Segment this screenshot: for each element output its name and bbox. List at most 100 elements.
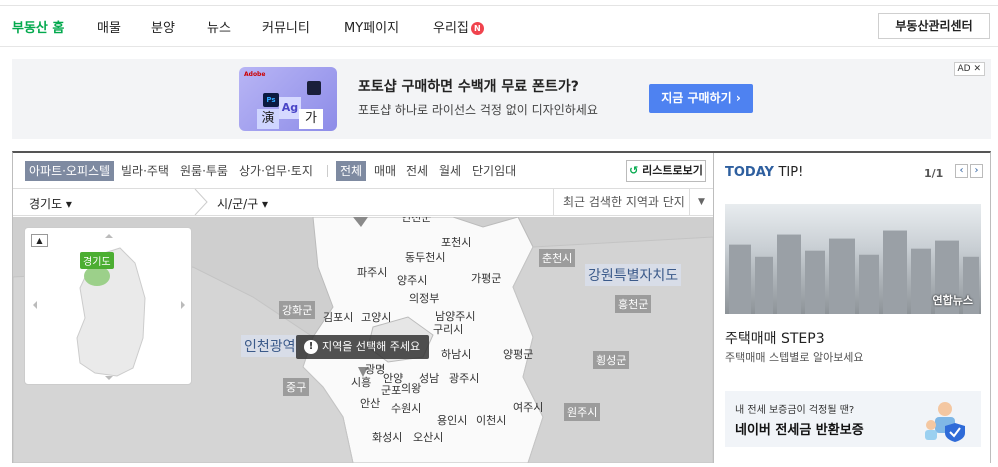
building-shape bbox=[911, 248, 931, 314]
map-label-guri[interactable]: 구리시 bbox=[433, 321, 463, 337]
select-region-toast: ! 지역을 선택해 주세요 bbox=[296, 335, 429, 359]
photo-watermark: 연합뉴스 bbox=[932, 294, 973, 307]
nav-presale[interactable]: 분양 bbox=[151, 17, 175, 36]
map-label-pocheon[interactable]: 포천시 bbox=[441, 234, 471, 250]
list-view-label: 리스트로보기 bbox=[642, 164, 703, 177]
map-label-paju[interactable]: 파주시 bbox=[357, 264, 387, 280]
map-label-incheon[interactable]: 인천광역 bbox=[241, 335, 299, 357]
nav-community[interactable]: 커뮤니티 bbox=[262, 17, 310, 36]
nav-listings[interactable]: 매물 bbox=[97, 17, 121, 36]
recent-search[interactable]: 최근 검색한 지역과 단지 ▼ bbox=[553, 189, 713, 215]
toast-message: 지역을 선택해 주세요 bbox=[322, 340, 421, 353]
region-map[interactable]: ▲ 경기도 연천군 포천시 동두천시 파주시 양주시 가평군 의정부 김포시 고… bbox=[13, 217, 713, 463]
building-shape bbox=[755, 256, 773, 314]
map-label-siheung[interactable]: 시흥 bbox=[351, 374, 371, 390]
map-label-hongcheon[interactable]: 홍천군 bbox=[615, 295, 652, 313]
tip-heading-a: TODAY bbox=[725, 165, 774, 180]
map-label-ansan[interactable]: 안산 bbox=[360, 395, 380, 411]
font-sample-char: 가 bbox=[299, 109, 323, 129]
map-label-gangwon[interactable]: 강원특별자치도 bbox=[585, 264, 682, 286]
ad-thumbnail: Adobe Ps Ag 演 가 bbox=[239, 67, 337, 131]
map-label-yangpyeong[interactable]: 양평군 bbox=[503, 346, 533, 362]
map-label-gunpo[interactable]: 군포 bbox=[381, 382, 401, 398]
nav-myhome[interactable]: 우리집 N bbox=[433, 17, 484, 36]
nav-mypage[interactable]: MY페이지 bbox=[344, 17, 399, 36]
tip-subtext: 주택매매 스텝별로 알아보세요 bbox=[725, 351, 864, 364]
global-nav: 부동산 홈 매물 분양 뉴스 커뮤니티 MY페이지 우리집 N 부동산관리센터 bbox=[0, 7, 998, 47]
map-label-wonju[interactable]: 원주시 bbox=[564, 403, 601, 421]
map-label-uijeongbu[interactable]: 의정부 bbox=[409, 290, 439, 306]
tip-page-indicator: 1/1 bbox=[924, 167, 944, 180]
nav-myhome-label: 우리집 bbox=[433, 21, 469, 36]
divider bbox=[327, 165, 328, 177]
today-tip-panel: TODAY TIP! 1/1 ‹ › 연합뉴스 주택매매 STEP3 주택매매 … bbox=[713, 153, 990, 463]
map-label-icheon[interactable]: 이천시 bbox=[476, 412, 506, 428]
minimap-region-tag: 경기도 bbox=[80, 252, 114, 269]
tip-photo[interactable]: 연합뉴스 bbox=[725, 204, 981, 314]
next-arrow-icon[interactable]: › bbox=[970, 164, 983, 178]
recent-search-label: 최근 검색한 지역과 단지 bbox=[563, 195, 685, 209]
deal-all[interactable]: 전체 bbox=[336, 161, 367, 181]
nav-news[interactable]: 뉴스 bbox=[207, 17, 231, 36]
type-commercial[interactable]: 상가·업무·토지 bbox=[239, 161, 313, 181]
ad-title[interactable]: 포토샵 구매하면 수백개 무료 폰트가? bbox=[358, 76, 579, 96]
ad-cta-button[interactable]: 지금 구매하기 › bbox=[649, 84, 753, 113]
city-select[interactable]: 시/군/구 ▾ bbox=[217, 195, 268, 212]
shield-people-icon bbox=[925, 402, 965, 442]
top-divider bbox=[0, 0, 998, 6]
map-label-yangju[interactable]: 양주시 bbox=[397, 272, 427, 288]
prev-arrow-icon[interactable]: ‹ bbox=[955, 164, 968, 178]
map-label-seongnam[interactable]: 성남 bbox=[419, 370, 439, 386]
building-shape bbox=[829, 238, 855, 314]
map-label-ganghwa[interactable]: 강화군 bbox=[279, 301, 316, 319]
deal-monthly[interactable]: 월세 bbox=[439, 161, 461, 181]
nav-home[interactable]: 부동산 홈 bbox=[12, 17, 64, 36]
map-label-junggu[interactable]: 중구 bbox=[283, 378, 310, 396]
breadcrumb-arrow-icon bbox=[194, 189, 208, 215]
agent-center-button[interactable]: 부동산관리센터 bbox=[878, 13, 990, 39]
tip-heading-b: TIP! bbox=[778, 165, 804, 180]
tip-headline[interactable]: 주택매매 STEP3 bbox=[725, 328, 825, 348]
ad-close-badge[interactable]: AD ✕ bbox=[953, 62, 985, 76]
new-badge: N bbox=[470, 22, 484, 35]
province-select[interactable]: 경기도 ▾ bbox=[29, 195, 72, 212]
type-villa[interactable]: 빌라·주택 bbox=[121, 161, 169, 181]
map-label-hanam[interactable]: 하남시 bbox=[441, 346, 471, 362]
filter-bar: 아파트·오피스텔 빌라·주택 원룸·투룸 상가·업무·토지 전체 매매 전세 월… bbox=[13, 153, 713, 188]
ad-description: 포토샵 하나로 라이선스 걱정 없이 디자인하세요 bbox=[358, 103, 598, 117]
chevron-down-icon[interactable]: ▼ bbox=[689, 189, 713, 215]
map-label-hwaseong[interactable]: 화성시 bbox=[372, 429, 402, 445]
map-label-yeoju[interactable]: 여주시 bbox=[513, 399, 543, 415]
promo-box[interactable]: 내 전세 보증금이 걱정될 땐? 네이버 전세금 반환보증 bbox=[725, 391, 981, 447]
tip-heading: TODAY TIP! bbox=[725, 165, 803, 180]
map-label-uiwang[interactable]: 의왕 bbox=[401, 380, 421, 396]
map-label-yongin[interactable]: 용인시 bbox=[437, 412, 467, 428]
search-panel: 아파트·오피스텔 빌라·주택 원룸·투룸 상가·업무·토지 전체 매매 전세 월… bbox=[12, 151, 991, 463]
ad-banner[interactable]: Adobe Ps Ag 演 가 포토샵 구매하면 수백개 무료 폰트가? 포토샵… bbox=[12, 59, 991, 139]
map-label-dongducheon[interactable]: 동두천시 bbox=[405, 249, 445, 265]
building-shape bbox=[777, 234, 801, 314]
map-label-osan[interactable]: 오산시 bbox=[413, 429, 443, 445]
type-oneroom[interactable]: 원룸·투룸 bbox=[180, 161, 228, 181]
type-apartment[interactable]: 아파트·오피스텔 bbox=[25, 161, 115, 181]
map-label-yeoncheon[interactable]: 연천군 bbox=[401, 217, 431, 225]
deal-jeonse[interactable]: 전세 bbox=[406, 161, 428, 181]
map-label-suwon[interactable]: 수원시 bbox=[391, 400, 421, 416]
font-sample-char: 演 bbox=[257, 109, 279, 129]
minimap[interactable]: ▲ 경기도 bbox=[24, 227, 192, 385]
promo-big-text: 네이버 전세금 반환보증 bbox=[735, 423, 864, 438]
list-view-button[interactable]: ↺ 리스트로보기 bbox=[626, 160, 706, 182]
deal-short[interactable]: 단기임대 bbox=[472, 161, 516, 181]
map-label-gapyeong[interactable]: 가평군 bbox=[471, 270, 501, 286]
building-shape bbox=[859, 254, 879, 314]
map-label-hoengseong[interactable]: 횡성군 bbox=[593, 351, 630, 369]
map-label-goyang[interactable]: 고양시 bbox=[361, 309, 391, 325]
map-label-gimpo[interactable]: 김포시 bbox=[323, 309, 353, 325]
app-square-icon bbox=[307, 81, 321, 95]
building-shape bbox=[883, 230, 907, 314]
map-label-chuncheon[interactable]: 춘천시 bbox=[539, 249, 576, 267]
deal-sale[interactable]: 매매 bbox=[374, 161, 396, 181]
building-shape bbox=[805, 250, 825, 314]
map-label-gwangju[interactable]: 광주시 bbox=[449, 370, 479, 386]
info-icon: ! bbox=[304, 340, 318, 354]
